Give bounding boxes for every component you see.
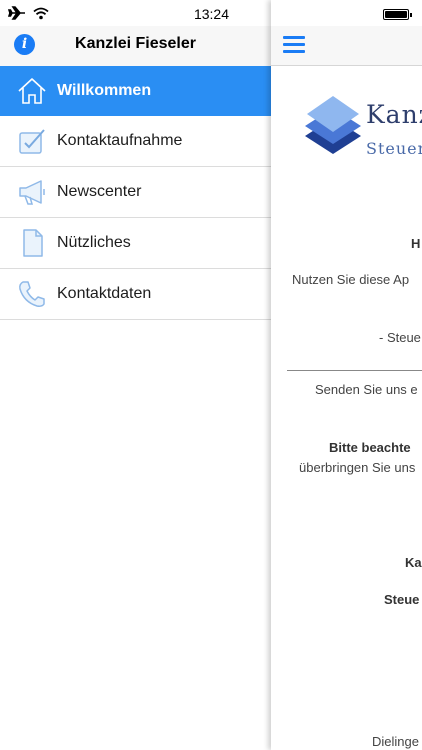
content-text: Senden Sie uns e bbox=[315, 382, 418, 397]
menu-item-label: Kontaktdaten bbox=[57, 285, 152, 302]
hamburger-icon bbox=[283, 36, 305, 39]
side-menu: 13:24 i Kanzlei Fieseler Willkommen Kont… bbox=[0, 0, 271, 750]
menu-item-label: Kontaktaufnahme bbox=[57, 132, 183, 149]
menu-header: i Kanzlei Fieseler bbox=[0, 26, 271, 66]
menu-title: Kanzlei Fieseler bbox=[75, 35, 196, 52]
content-header bbox=[271, 26, 422, 66]
content-text: - Steue bbox=[379, 330, 421, 345]
content-text: Nutzen Sie diese Ap bbox=[292, 272, 410, 287]
menu-item-nuetzliches[interactable]: Nützliches bbox=[0, 218, 271, 269]
edit-icon bbox=[19, 129, 45, 154]
menu-item-newscenter[interactable]: Newscenter bbox=[0, 167, 271, 218]
menu-toggle-button[interactable] bbox=[283, 36, 305, 54]
content-text: Dielinge bbox=[372, 734, 419, 749]
megaphone-icon bbox=[19, 180, 45, 205]
document-icon bbox=[23, 229, 43, 257]
status-bar: 13:24 bbox=[0, 0, 271, 26]
divider bbox=[15, 319, 271, 320]
content-text: Ka bbox=[405, 555, 422, 570]
menu-item-label: Newscenter bbox=[57, 183, 142, 200]
phone-icon bbox=[19, 281, 45, 307]
divider bbox=[287, 370, 422, 371]
menu-item-kontaktaufnahme[interactable]: Kontaktaufnahme bbox=[0, 116, 271, 167]
menu-list: Willkommen Kontaktaufnahme Newscenter Nü… bbox=[0, 66, 271, 320]
content-text: Steue bbox=[384, 592, 420, 607]
main-content: Kanzl Steuer H Nutzen Sie diese Ap - Ste… bbox=[271, 0, 422, 750]
logo-icon bbox=[305, 96, 361, 154]
menu-item-willkommen[interactable]: Willkommen bbox=[0, 66, 271, 116]
content-text: überbringen Sie uns bbox=[299, 460, 416, 475]
logo-subtitle: Steuer bbox=[366, 139, 422, 158]
menu-item-label: Willkommen bbox=[57, 82, 152, 99]
home-icon bbox=[18, 78, 46, 104]
menu-item-kontaktdaten[interactable]: Kontaktdaten bbox=[0, 269, 271, 320]
content-heading: H bbox=[411, 236, 421, 251]
status-time: 13:24 bbox=[193, 6, 229, 22]
menu-item-label: Nützliches bbox=[57, 234, 131, 251]
logo-title: Kanzl bbox=[366, 100, 422, 129]
battery-icon bbox=[383, 9, 412, 20]
content-notice: Bitte beachte bbox=[329, 440, 411, 455]
